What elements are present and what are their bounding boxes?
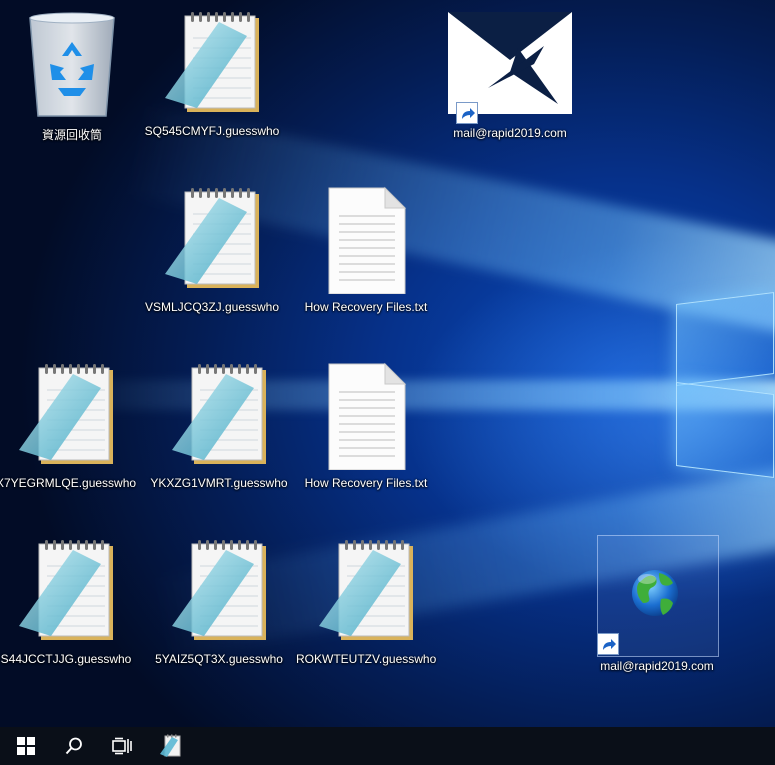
notepad-icon [165,188,259,288]
text-file-icon [328,186,407,295]
desktop-icon-notepad-file[interactable]: ROKWTEUTZV.guesswho [296,536,436,666]
desktop-wallpaper[interactable]: 資源回收筒 SQ545CMYFJ.guesswho mail@rapid2019… [0,0,775,727]
desktop-icon-recycle-bin[interactable]: 資源回收筒 [2,8,142,143]
desktop-icon-notepad-file[interactable]: 5YAIZ5QT3X.guesswho [149,536,289,666]
taskbar-app-notepad[interactable] [146,727,194,765]
taskbar [0,727,775,765]
notepad-icon [19,540,113,640]
icon-label: How Recovery Files.txt [304,300,428,314]
notepad-icon [160,734,181,757]
icon-label: How Recovery Files.txt [304,476,428,490]
icon-label: VSMLJCQ3ZJ.guesswho [144,300,280,314]
desktop-icon-notepad-file[interactable]: SQ545CMYFJ.guesswho [142,8,282,138]
icon-label: X7YEGRMLQE.guesswho [0,476,137,490]
desktop-icon-notepad-file[interactable]: YKXZG1VMRT.guesswho [149,360,289,490]
icon-label: SQ545CMYFJ.guesswho [144,124,280,138]
notepad-icon [172,540,266,640]
start-button[interactable] [2,727,50,765]
desktop-icon-notepad-file[interactable]: VSMLJCQ3ZJ.guesswho [142,184,282,314]
recycle-bin-icon [29,12,115,117]
text-file-icon [328,362,407,471]
wallpaper-windows-logo [676,286,775,486]
icon-label: 5YAIZ5QT3X.guesswho [155,652,283,666]
icon-label: ROKWTEUTZV.guesswho [296,652,437,666]
icon-label: 資源回收筒 [41,128,102,142]
icon-label: mail@rapid2019.com [600,659,714,673]
search-button[interactable] [50,727,98,765]
icon-label: mail@rapid2019.com [453,126,567,140]
icon-label: S44JCCTJJG.guesswho [0,652,132,666]
desktop-icon-notepad-file[interactable]: S44JCCTJJG.guesswho [0,536,136,666]
shortcut-arrow-icon [597,633,619,655]
notepad-icon [319,540,413,640]
notepad-icon [19,364,113,464]
desktop-icon-internet-shortcut[interactable]: mail@rapid2019.com [597,535,719,673]
notepad-icon [172,364,266,464]
desktop-icon-text-file[interactable]: How Recovery Files.txt [296,184,436,314]
task-view-icon [112,737,132,755]
desktop-icon-notepad-file[interactable]: X7YEGRMLQE.guesswho [0,360,136,490]
desktop-icon-text-file[interactable]: How Recovery Files.txt [296,360,436,490]
windows-start-icon [17,737,35,755]
task-view-button[interactable] [98,727,146,765]
notepad-icon [165,12,259,112]
icon-label: YKXZG1VMRT.guesswho [150,476,288,490]
shortcut-arrow-icon [456,102,478,124]
desktop-icon-mail-shortcut[interactable]: mail@rapid2019.com [440,8,580,140]
search-icon [65,737,82,755]
